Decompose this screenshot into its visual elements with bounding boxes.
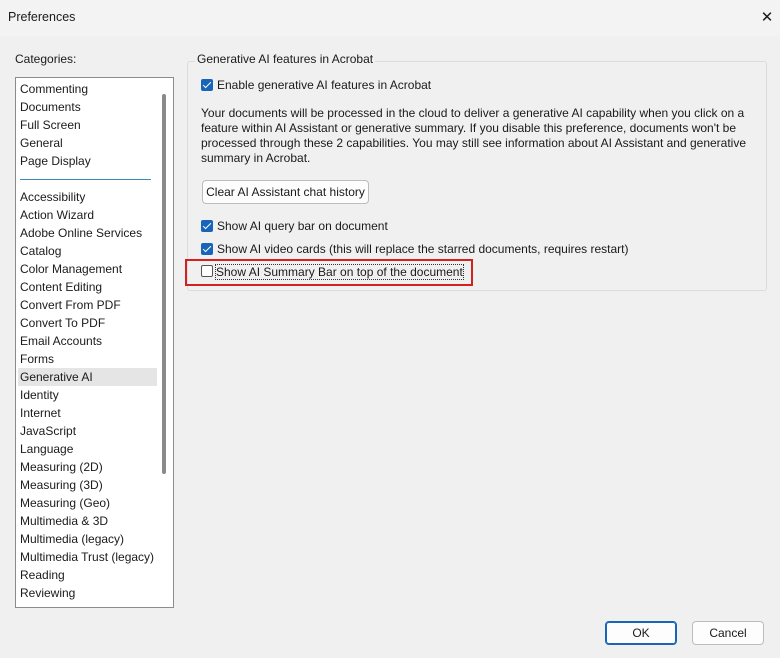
category-item-convert-from-pdf[interactable]: Convert From PDF	[20, 296, 121, 314]
summary-bar-checkbox[interactable]	[201, 265, 213, 277]
category-item-measuring-geo[interactable]: Measuring (Geo)	[20, 494, 110, 512]
categories-scrollbar[interactable]	[162, 94, 166, 474]
video-cards-label[interactable]: Show AI video cards (this will replace t…	[217, 242, 629, 256]
query-bar-label[interactable]: Show AI query bar on document	[217, 219, 388, 233]
category-item-identity[interactable]: Identity	[20, 386, 59, 404]
category-item-measuring-2d[interactable]: Measuring (2D)	[20, 458, 103, 476]
query-bar-checkbox[interactable]	[201, 220, 213, 232]
category-item-page-display[interactable]: Page Display	[20, 152, 91, 170]
category-item-general[interactable]: General	[20, 134, 63, 152]
category-item-adobe-online-services[interactable]: Adobe Online Services	[20, 224, 142, 242]
category-item-measuring-3d[interactable]: Measuring (3D)	[20, 476, 103, 494]
category-item-accessibility[interactable]: Accessibility	[20, 188, 85, 206]
ok-button[interactable]: OK	[605, 621, 677, 645]
category-item-email-accounts[interactable]: Email Accounts	[20, 332, 102, 350]
close-icon[interactable]: ✕	[754, 6, 780, 30]
category-item-internet[interactable]: Internet	[20, 404, 61, 422]
group-title: Generative AI features in Acrobat	[195, 52, 376, 66]
category-item-color-management[interactable]: Color Management	[20, 260, 122, 278]
description-text: Your documents will be processed in the …	[201, 106, 747, 165]
window-title: Preferences	[8, 10, 76, 24]
category-item-action-wizard[interactable]: Action Wizard	[20, 206, 94, 224]
category-item-content-editing[interactable]: Content Editing	[20, 278, 102, 296]
video-cards-checkbox[interactable]	[201, 243, 213, 255]
category-item-convert-to-pdf[interactable]: Convert To PDF	[20, 314, 105, 332]
clear-chat-history-button[interactable]: Clear AI Assistant chat history	[202, 180, 369, 204]
categories-list[interactable]: Commenting Documents Full Screen General…	[15, 77, 174, 608]
category-item-language[interactable]: Language	[20, 440, 73, 458]
enable-generative-ai-label[interactable]: Enable generative AI features in Acrobat	[217, 78, 431, 92]
cancel-button[interactable]: Cancel	[692, 621, 764, 645]
category-separator	[20, 179, 151, 180]
category-item-multimedia-legacy[interactable]: Multimedia (legacy)	[20, 530, 124, 548]
category-item-full-screen[interactable]: Full Screen	[20, 116, 81, 134]
summary-bar-label[interactable]: Show AI Summary Bar on top of the docume…	[215, 264, 464, 280]
categories-label: Categories:	[15, 52, 77, 66]
category-item-forms[interactable]: Forms	[20, 350, 54, 368]
category-item-reading[interactable]: Reading	[20, 566, 65, 584]
category-item-catalog[interactable]: Catalog	[20, 242, 61, 260]
category-item-multimedia-trust-legacy[interactable]: Multimedia Trust (legacy)	[20, 548, 154, 566]
generative-ai-group	[187, 61, 767, 291]
category-item-documents[interactable]: Documents	[20, 98, 81, 116]
enable-generative-ai-checkbox[interactable]	[201, 79, 213, 91]
category-item-reviewing[interactable]: Reviewing	[20, 584, 75, 602]
category-item-multimedia-3d[interactable]: Multimedia & 3D	[20, 512, 108, 530]
title-bar: Preferences ✕	[0, 0, 780, 36]
category-item-javascript[interactable]: JavaScript	[20, 422, 76, 440]
category-item-commenting[interactable]: Commenting	[20, 80, 88, 98]
category-item-generative-ai[interactable]: Generative AI	[18, 368, 157, 386]
